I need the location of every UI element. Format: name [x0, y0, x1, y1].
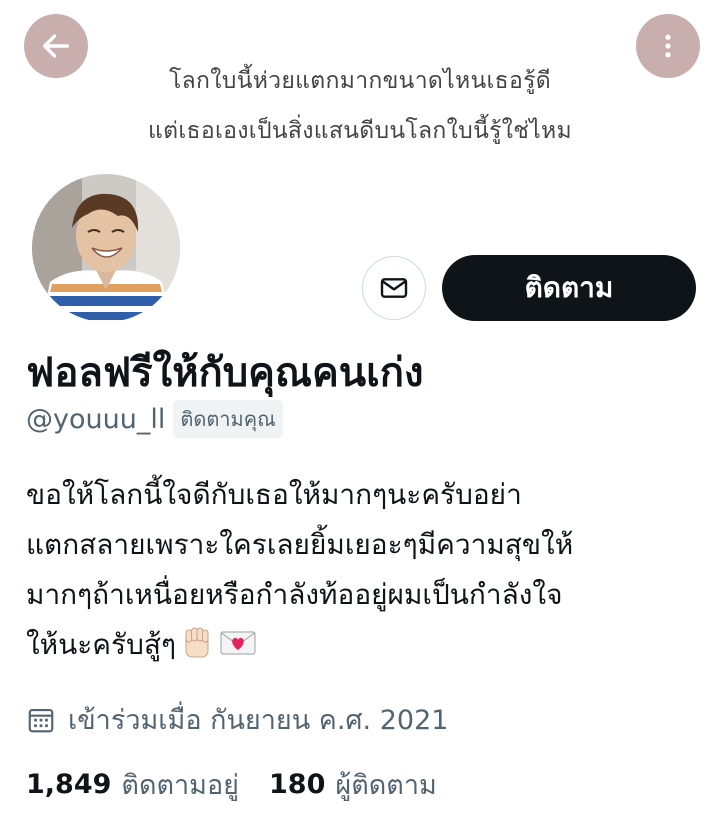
- followers-stat[interactable]: 180 ผู้ติดตาม: [269, 763, 437, 806]
- banner-text-line-1: โลกใบนี้ห่วยแตกมากขนาดไหนเธอรู้ดี: [168, 68, 552, 94]
- followers-label: ผู้ติดตาม: [335, 770, 437, 801]
- joined-date-row: เข้าร่วมเมื่อ กันยายน ค.ศ. 2021: [26, 698, 448, 741]
- following-stat[interactable]: 1,849 ติดตามอยู่: [26, 763, 239, 806]
- following-count: 1,849: [26, 769, 112, 800]
- avatar[interactable]: [28, 170, 184, 326]
- bio-line-1: ขอให้โลกนี้ใจดีกับเธอให้มากๆนะครับอย่า: [26, 478, 522, 511]
- profile-bio: ขอให้โลกนี้ใจดีกับเธอให้มากๆนะครับอย่า แ…: [26, 470, 706, 676]
- bio-line-3: มากๆถ้าเหนื่อยหรือกำลังท้ออยู่ผมเป็นกำลั…: [26, 578, 563, 611]
- calendar-icon: [28, 708, 54, 732]
- joined-date-text: เข้าร่วมเมื่อ กันยายน ค.ศ. 2021: [68, 705, 449, 736]
- followers-count: 180: [269, 769, 326, 800]
- envelope-icon: [380, 278, 408, 298]
- follows-you-badge: ติดตามคุณ: [173, 400, 283, 438]
- arrow-left-icon: [42, 34, 70, 58]
- follow-button[interactable]: ติดตาม: [442, 255, 696, 321]
- avatar-photo: [32, 174, 180, 322]
- more-options-button[interactable]: [636, 14, 700, 78]
- back-button[interactable]: [24, 14, 88, 78]
- username-handle: @youuu_ll: [26, 403, 166, 435]
- message-button[interactable]: [362, 256, 426, 320]
- bio-line-2: แตกสลายเพราะใครเลยยิ้มเยอะๆมีความสุขให้: [26, 528, 574, 561]
- bio-line-4-text: ให้นะครับสู้ๆ: [26, 628, 176, 661]
- follow-stats: 1,849 ติดตามอยู่ 180 ผู้ติดตาม: [26, 763, 437, 806]
- love-letter-emoji: [218, 624, 258, 676]
- banner-text-line-2: แต่เธอเองเป็นสิ่งแสนดีบนโลกใบนี้รู้ใช่ไห…: [148, 118, 572, 144]
- display-name: ฟอลฟรีให้กับคุณคนเก่ง: [26, 350, 424, 396]
- handle-row: @youuu_ll ติดตามคุณ: [26, 400, 283, 438]
- more-vertical-icon: [665, 34, 671, 58]
- raised-fist-emoji: [179, 624, 215, 676]
- following-label: ติดตามอยู่: [121, 770, 240, 801]
- bio-line-4: ให้นะครับสู้ๆ: [26, 620, 706, 676]
